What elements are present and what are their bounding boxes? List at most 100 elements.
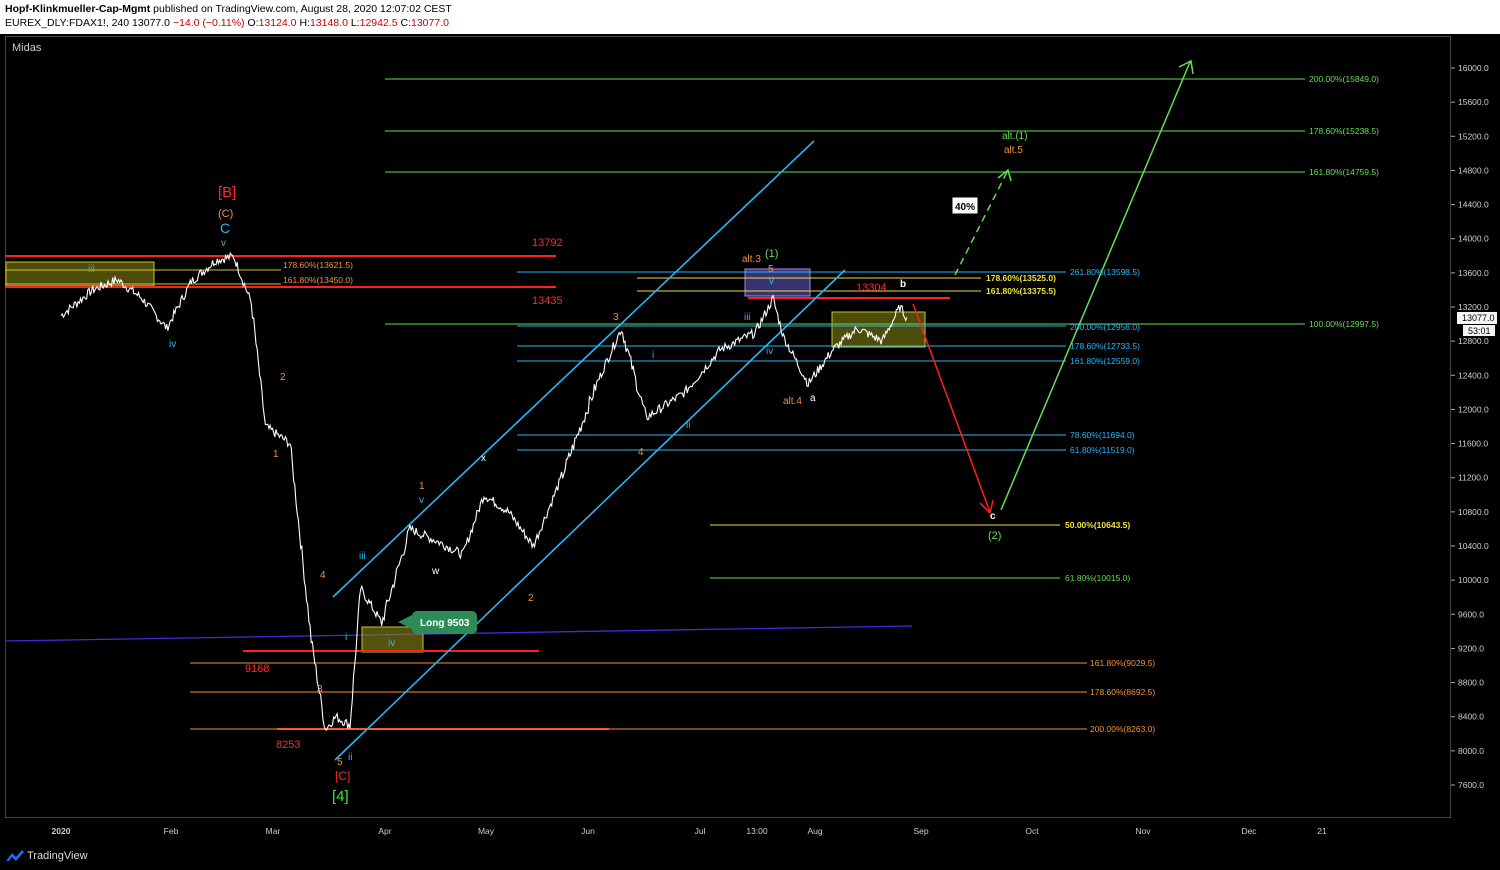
- fib-label: 61.80%(11519.0): [1070, 445, 1135, 455]
- projection-down: [912, 303, 991, 513]
- y-tick-label: 8000.0: [1458, 746, 1484, 756]
- wave-label: 5: [337, 757, 343, 768]
- wave-label: iv: [766, 346, 773, 357]
- wave-label: 1: [273, 449, 279, 460]
- fib-label: 178.60%(15238.5): [1309, 126, 1379, 136]
- x-tick-label: Aug: [807, 826, 822, 836]
- y-tick-label: 12400.0: [1458, 370, 1489, 380]
- x-tick-label: Mar: [266, 826, 281, 836]
- wave-label: alt.5: [1004, 145, 1023, 156]
- x-tick-label: Oct: [1025, 826, 1039, 836]
- y-tick-label: 10000.0: [1458, 575, 1489, 585]
- wave-label: iii: [359, 551, 366, 562]
- wave-label: 3: [317, 684, 323, 695]
- y-tick-label: 12000.0: [1458, 404, 1489, 414]
- tradingview-brand[interactable]: TradingView: [27, 850, 88, 862]
- fib-label: 161.80%(12559.0): [1070, 356, 1140, 366]
- level-label: 8253: [276, 739, 300, 751]
- wave-label: c: [990, 511, 996, 522]
- x-tick-label: Dec: [1241, 826, 1257, 836]
- percent-text: 40%: [955, 202, 975, 213]
- y-tick-label: 14400.0: [1458, 200, 1489, 210]
- zone-jan: [5, 261, 155, 287]
- wave-label: v: [769, 276, 774, 287]
- wave-label: i: [345, 632, 347, 643]
- price-series: [60, 251, 908, 732]
- wave-label: alt.(1): [1002, 131, 1028, 142]
- fib-label: 200.00%(8263.0): [1090, 724, 1155, 734]
- wave-label: b: [900, 279, 906, 290]
- fib-label: 161.80%(9029.5): [1090, 658, 1155, 668]
- y-tick-label: 9200.0: [1458, 643, 1484, 653]
- level-label: 13304: [856, 282, 887, 294]
- fib-label: 178.60%(8692.5): [1090, 687, 1155, 697]
- level-label: 9168: [245, 663, 269, 675]
- y-tick-label: 15200.0: [1458, 131, 1489, 141]
- y-tick-label: 14800.0: [1458, 165, 1489, 175]
- y-tick-label: 10800.0: [1458, 507, 1489, 517]
- x-tick-label: Feb: [164, 826, 179, 836]
- x-axis-ticks: 2020 Feb Mar Apr May Jun Jul 13:00 Aug Sep Oct Nov D…: [52, 826, 1327, 836]
- y-tick-label: 13600.0: [1458, 268, 1489, 278]
- level-label: 13435: [532, 295, 563, 307]
- x-tick-label: Jun: [581, 826, 595, 836]
- fib-label: 178.60%(13621.5): [283, 260, 353, 270]
- wave-label: [B]: [218, 184, 236, 201]
- indicator-label[interactable]: Midas: [12, 42, 41, 54]
- y-tick-label: 14000.0: [1458, 234, 1489, 244]
- y-axis-ticks: 16000.0 15600.0 15200.0 14800.0 14400.0 14000…: [1451, 63, 1489, 790]
- zone-purple: [744, 268, 811, 297]
- wave-label: v: [419, 495, 424, 506]
- wave-label: [4]: [332, 788, 349, 805]
- fib-label: 100.00%(12997.5): [1309, 319, 1379, 329]
- fib-label: 178.60%(12733.5): [1070, 341, 1140, 351]
- wave-label: alt.4: [783, 396, 802, 407]
- wave-label: 5: [768, 264, 774, 275]
- fib-label: 161.80%(13375.5): [986, 286, 1056, 296]
- footer-bar: [0, 844, 1500, 870]
- y-tick-label: 7600.0: [1458, 780, 1484, 790]
- wave-label: C: [220, 220, 230, 236]
- wave-label: 4: [638, 447, 644, 458]
- wave-label: a: [810, 393, 816, 404]
- x-tick-label: 13:00: [746, 826, 768, 836]
- x-tick-label: 2020: [52, 826, 71, 836]
- tradingview-logo-icon: [6, 850, 24, 861]
- fib-label: 50.00%(10643.5): [1065, 520, 1130, 530]
- y-tick-label: 11600.0: [1458, 439, 1488, 449]
- wave-label: v: [221, 238, 226, 249]
- y-tick-label: 11200.0: [1458, 473, 1488, 483]
- y-tick-label: 8800.0: [1458, 678, 1484, 688]
- channel-lower: [334, 269, 846, 761]
- long-label-text: Long 9503: [420, 618, 470, 629]
- fib-label: 261.80%(13598.5): [1070, 267, 1140, 277]
- wave-label: (1): [765, 248, 778, 260]
- zone-aug: [831, 311, 926, 348]
- y-tick-label: 9600.0: [1458, 609, 1484, 619]
- wave-label: 3: [613, 312, 619, 323]
- y-tick-label: 13200.0: [1458, 302, 1489, 312]
- fib-label: 161.80%(13450.0): [283, 275, 353, 285]
- projection-alt: [954, 171, 1008, 276]
- wave-label: w: [431, 566, 440, 577]
- y-tick-label: 12800.0: [1458, 336, 1489, 346]
- wave-label: ii: [686, 420, 690, 431]
- fib-label: 61.80%(10015.0): [1065, 573, 1130, 583]
- x-tick-label: Nov: [1135, 826, 1151, 836]
- wave-label: (C): [218, 208, 233, 220]
- fib-label: 200.00%(12956.0): [1070, 322, 1140, 332]
- wave-label: x: [481, 453, 486, 464]
- wave-label: (2): [988, 530, 1001, 542]
- fib-label: 200.00%(15849.0): [1309, 74, 1379, 84]
- x-tick-label: Sep: [913, 826, 928, 836]
- wave-label: ii: [348, 752, 352, 763]
- wave-label: 2: [280, 372, 286, 383]
- wave-label: 2: [528, 593, 534, 604]
- y-tick-label: 10400.0: [1458, 541, 1489, 551]
- y-tick-label: 16000.0: [1458, 63, 1489, 73]
- wave-label: [C]: [335, 769, 350, 783]
- current-price-text: 13077.0: [1462, 313, 1495, 323]
- x-tick-label: Apr: [378, 826, 391, 836]
- wave-label: iii: [88, 264, 95, 275]
- wave-label: 4: [320, 570, 326, 581]
